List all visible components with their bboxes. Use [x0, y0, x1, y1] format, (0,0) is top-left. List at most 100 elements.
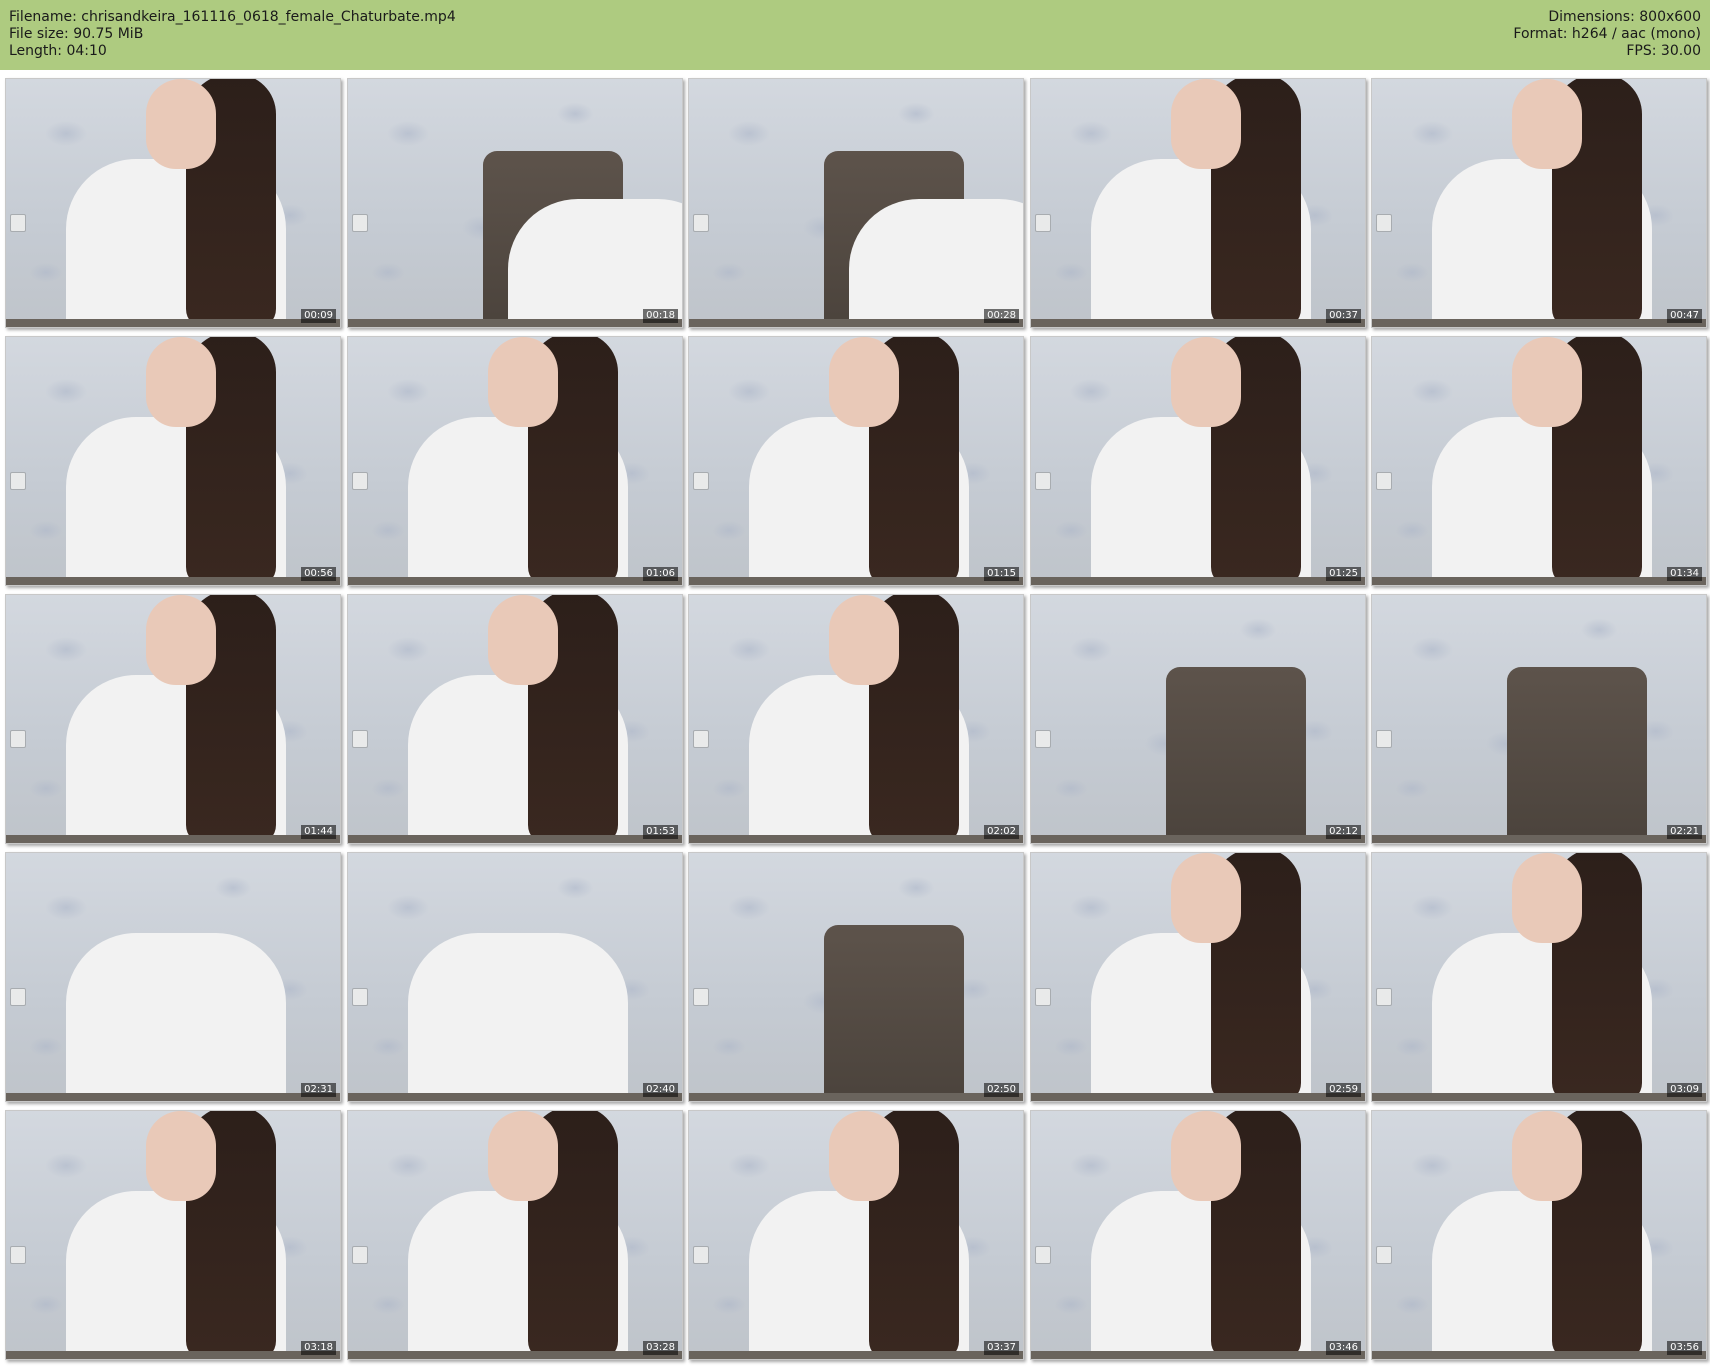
- video-thumbnail[interactable]: 03:28: [347, 1110, 683, 1360]
- floor-strip: [348, 1351, 682, 1359]
- person-face: [1512, 79, 1582, 169]
- person-face: [829, 595, 899, 685]
- timestamp-label: 00:47: [1667, 309, 1702, 323]
- video-thumbnail[interactable]: 01:34: [1371, 336, 1707, 586]
- video-thumbnail[interactable]: 03:46: [1030, 1110, 1366, 1360]
- wall-outlet: [1035, 472, 1051, 490]
- floor-strip: [6, 1093, 340, 1101]
- timestamp-label: 01:34: [1667, 567, 1702, 581]
- video-thumbnail[interactable]: 02:02: [688, 594, 1024, 844]
- video-thumbnail[interactable]: 00:18: [347, 78, 683, 328]
- wall-outlet: [352, 1246, 368, 1264]
- wall-outlet: [693, 472, 709, 490]
- person-face: [829, 337, 899, 427]
- video-thumbnail[interactable]: 02:31: [5, 852, 341, 1102]
- filename-text: Filename: chrisandkeira_161116_0618_fema…: [9, 9, 456, 25]
- timestamp-label: 00:28: [984, 309, 1019, 323]
- timestamp-label: 00:18: [643, 309, 678, 323]
- floor-strip: [348, 319, 682, 327]
- video-thumbnail[interactable]: 02:21: [1371, 594, 1707, 844]
- timestamp-label: 00:09: [301, 309, 336, 323]
- person-face: [1171, 1111, 1241, 1201]
- floor-strip: [6, 1351, 340, 1359]
- video-thumbnail[interactable]: 01:44: [5, 594, 341, 844]
- stream-info: Dimensions: 800x600 Format: h264 / aac (…: [1513, 9, 1701, 60]
- fps-text: FPS: 30.00: [1626, 43, 1701, 59]
- wall-outlet: [1376, 214, 1392, 232]
- video-thumbnail[interactable]: 00:37: [1030, 78, 1366, 328]
- floor-strip: [348, 577, 682, 585]
- floor-strip: [1031, 1351, 1365, 1359]
- video-thumbnail[interactable]: 03:18: [5, 1110, 341, 1360]
- video-thumbnail[interactable]: 01:25: [1030, 336, 1366, 586]
- person-face: [1171, 853, 1241, 943]
- floor-strip: [689, 835, 1023, 843]
- floor-strip: [689, 1351, 1023, 1359]
- floor-strip: [1372, 319, 1706, 327]
- video-thumbnail[interactable]: 01:06: [347, 336, 683, 586]
- timestamp-label: 03:18: [301, 1341, 336, 1355]
- floor-strip: [689, 319, 1023, 327]
- chair-back: [1507, 667, 1647, 843]
- video-thumbnail[interactable]: 01:53: [347, 594, 683, 844]
- file-info: Filename: chrisandkeira_161116_0618_fema…: [9, 9, 456, 60]
- chair-back: [1166, 667, 1306, 843]
- wall-outlet: [693, 730, 709, 748]
- person-face: [829, 1111, 899, 1201]
- wall-outlet: [352, 730, 368, 748]
- wall-outlet: [10, 214, 26, 232]
- timestamp-label: 01:53: [643, 825, 678, 839]
- timestamp-label: 02:12: [1326, 825, 1361, 839]
- person-face: [488, 1111, 558, 1201]
- timestamp-label: 01:06: [643, 567, 678, 581]
- video-thumbnail[interactable]: 00:28: [688, 78, 1024, 328]
- person-face: [146, 595, 216, 685]
- timestamp-label: 03:28: [643, 1341, 678, 1355]
- wall-outlet: [10, 472, 26, 490]
- timestamp-label: 00:37: [1326, 309, 1361, 323]
- timestamp-label: 01:15: [984, 567, 1019, 581]
- wall-outlet: [1035, 214, 1051, 232]
- video-thumbnail[interactable]: 00:56: [5, 336, 341, 586]
- wall-outlet: [352, 214, 368, 232]
- floor-strip: [689, 1093, 1023, 1101]
- floor-strip: [348, 1093, 682, 1101]
- timestamp-label: 03:56: [1667, 1341, 1702, 1355]
- person-face: [1171, 337, 1241, 427]
- info-header: Filename: chrisandkeira_161116_0618_fema…: [0, 0, 1710, 70]
- wall-outlet: [693, 988, 709, 1006]
- timestamp-label: 02:31: [301, 1083, 336, 1097]
- video-thumbnail[interactable]: 02:50: [688, 852, 1024, 1102]
- chair-back: [824, 925, 964, 1101]
- person-face: [1512, 337, 1582, 427]
- video-thumbnail[interactable]: 02:59: [1030, 852, 1366, 1102]
- wall-outlet: [1035, 1246, 1051, 1264]
- person-face: [146, 337, 216, 427]
- timestamp-label: 01:25: [1326, 567, 1361, 581]
- wall-outlet: [1376, 988, 1392, 1006]
- video-thumbnail[interactable]: 01:15: [688, 336, 1024, 586]
- floor-strip: [1372, 835, 1706, 843]
- format-text: Format: h264 / aac (mono): [1513, 26, 1701, 42]
- person-face: [1512, 853, 1582, 943]
- video-thumbnail[interactable]: 02:40: [347, 852, 683, 1102]
- timestamp-label: 03:37: [984, 1341, 1019, 1355]
- wall-outlet: [1035, 988, 1051, 1006]
- wall-outlet: [10, 1246, 26, 1264]
- wall-outlet: [693, 1246, 709, 1264]
- timestamp-label: 03:46: [1326, 1341, 1361, 1355]
- video-thumbnail[interactable]: 02:12: [1030, 594, 1366, 844]
- video-thumbnail[interactable]: 00:09: [5, 78, 341, 328]
- video-thumbnail[interactable]: 03:09: [1371, 852, 1707, 1102]
- floor-strip: [1031, 1093, 1365, 1101]
- wall-outlet: [352, 472, 368, 490]
- video-thumbnail[interactable]: 00:47: [1371, 78, 1707, 328]
- timestamp-label: 02:59: [1326, 1083, 1361, 1097]
- video-thumbnail[interactable]: 03:37: [688, 1110, 1024, 1360]
- timestamp-label: 02:21: [1667, 825, 1702, 839]
- wall-outlet: [1035, 730, 1051, 748]
- person-face: [1512, 1111, 1582, 1201]
- video-thumbnail[interactable]: 03:56: [1371, 1110, 1707, 1360]
- floor-strip: [6, 835, 340, 843]
- wall-outlet: [1376, 1246, 1392, 1264]
